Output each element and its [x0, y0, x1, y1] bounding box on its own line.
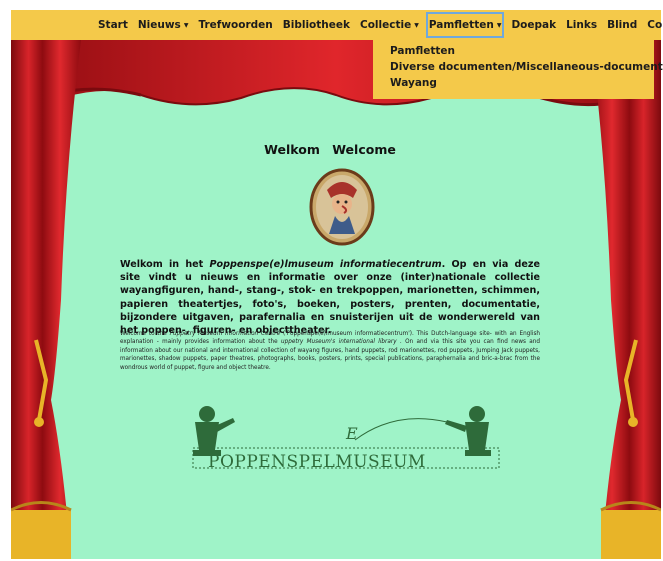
- top-navbar: Start Nieuws ▼ Trefwoorden Bibliotheek Collec…: [11, 10, 663, 40]
- nav-item-nieuws[interactable]: Nieuws ▼: [133, 10, 194, 40]
- intro-dutch-body: . Op en via deze site vindt u nieuws en …: [120, 259, 540, 337]
- nav-item-collectie[interactable]: Collectie ▼: [355, 10, 424, 40]
- nav-item-trefwoorden[interactable]: Trefwoorden: [193, 10, 277, 40]
- curtain-right: [591, 40, 661, 559]
- intro-english-paragraph: Welcome to the Puppetry Museum Informati…: [120, 330, 540, 372]
- intro-dutch-paragraph: Welkom in het Poppenspe(e)lmuseum inform…: [120, 258, 540, 337]
- nav-item-label: Trefwoorden: [198, 19, 273, 31]
- pamfletten-dropdown-menu: Pamfletten Diverse documenten/Miscellane…: [373, 40, 663, 99]
- punch-puppet-medallion: [309, 168, 375, 246]
- chevron-down-icon: ▼: [414, 21, 419, 29]
- intro-english-prefix: Welcome to the: [120, 331, 170, 337]
- nav-item-doepak[interactable]: Doepak: [506, 10, 561, 40]
- nav-item-label: Collectie: [360, 19, 412, 31]
- nav-item-label: Bibliotheek: [282, 19, 350, 31]
- intro-dutch-museum-name: Poppenspe(e)lmuseum informatiecentrum: [209, 259, 442, 270]
- nav-item-blind[interactable]: Blind: [602, 10, 642, 40]
- nav-item-label: Contact: [647, 19, 663, 31]
- chevron-down-icon: ▼: [183, 21, 189, 29]
- chevron-down-icon: ▼: [496, 21, 502, 29]
- intro-dutch-prefix: Welkom in het: [120, 259, 210, 270]
- nav-item-label: Blind: [607, 19, 638, 31]
- curtain-left: [11, 40, 81, 559]
- nav-menu: Start Nieuws ▼ Trefwoorden Bibliotheek Collec…: [93, 10, 663, 40]
- nav-item-label: Doepak: [511, 19, 557, 31]
- nav-item-pamfletten[interactable]: Pamfletten ▼: [423, 10, 507, 40]
- nav-item-label: Links: [566, 19, 598, 31]
- main-content: Welkom Welcome Welkom in het Poppenspe(e…: [120, 140, 540, 371]
- logo-letter-e: E: [346, 424, 358, 443]
- intro-english-library-name: uppetry Museum's international library: [281, 339, 397, 346]
- nav-item-links[interactable]: Links: [561, 10, 602, 40]
- dropdown-item-pamfletten[interactable]: Pamfletten: [373, 43, 654, 59]
- intro-english-centre-name: Puppetry Museum Information Centre: [169, 331, 281, 337]
- dropdown-item-wayang[interactable]: Wayang: [373, 75, 654, 91]
- dropdown-item-diverse-documenten[interactable]: Diverse documenten/Miscellaneous-documen…: [373, 59, 663, 75]
- page-title: Welkom Welcome: [264, 142, 396, 157]
- nav-item-label: Pamfletten: [428, 19, 494, 31]
- nav-item-label: Start: [98, 19, 128, 31]
- logo-wordmark: POPPENSPELMUSEUM: [208, 452, 426, 472]
- nav-item-start[interactable]: Start: [93, 10, 133, 40]
- nav-item-contact[interactable]: Contact: [642, 10, 663, 40]
- nav-item-label: Nieuws: [137, 19, 181, 31]
- nav-item-bibliotheek[interactable]: Bibliotheek: [278, 10, 355, 40]
